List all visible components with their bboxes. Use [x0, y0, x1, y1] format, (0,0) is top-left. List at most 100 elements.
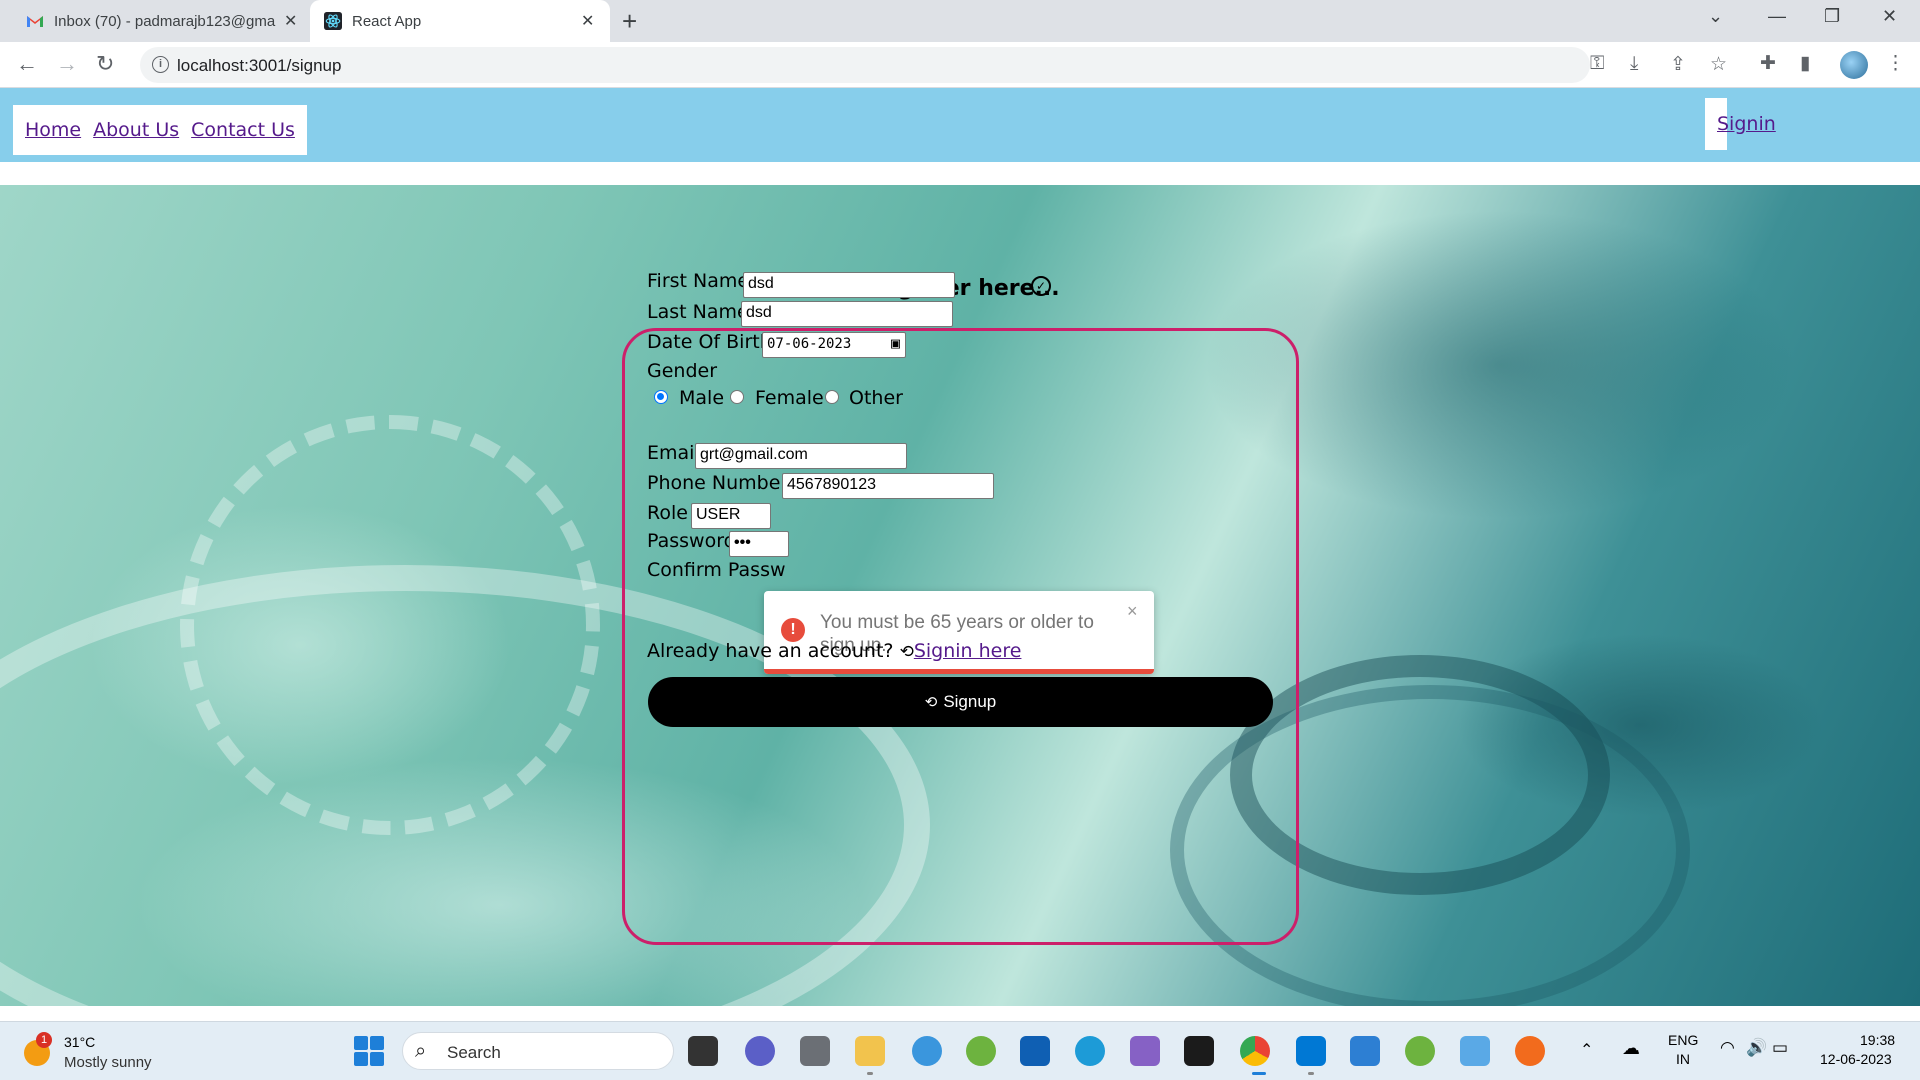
weather-app-icon[interactable]: [912, 1036, 942, 1066]
url-text: localhost:3001/signup: [177, 56, 342, 75]
edge-icon[interactable]: [1075, 1036, 1105, 1066]
site-info-icon[interactable]: i: [152, 56, 169, 73]
install-icon[interactable]: ⤓: [1630, 53, 1638, 75]
close-window-icon[interactable]: ✕: [1882, 6, 1897, 27]
visual-studio-icon[interactable]: [1130, 1036, 1160, 1066]
signin-here-link[interactable]: Signin here: [914, 640, 1022, 662]
region-label[interactable]: IN: [1676, 1051, 1690, 1067]
camera-icon[interactable]: [800, 1036, 830, 1066]
phone-input[interactable]: 4567890123: [782, 473, 994, 499]
search-icon: ⌕: [415, 1040, 427, 1062]
password-key-icon[interactable]: ⚿: [1590, 53, 1604, 75]
postman-icon[interactable]: [1515, 1036, 1545, 1066]
spring-boot-icon[interactable]: [1405, 1036, 1435, 1066]
side-panel-icon[interactable]: ▮: [1800, 52, 1810, 75]
clock-time[interactable]: 19:38: [1860, 1032, 1895, 1048]
search-label: Search: [447, 1043, 501, 1062]
nav-links: Home About Us Contact Us: [13, 105, 307, 155]
phone-label: Phone Number: [647, 472, 789, 494]
browser-tab-strip: Inbox (70) - padmarajb123@gma ✕ React Ap…: [0, 0, 1920, 42]
file-explorer-icon[interactable]: [855, 1036, 885, 1066]
terminal-icon[interactable]: [1184, 1036, 1214, 1066]
gender-male-label: Male: [679, 387, 725, 409]
clock-date[interactable]: 12-06-2023: [1820, 1051, 1892, 1067]
toast-close-icon[interactable]: ×: [1127, 601, 1138, 622]
nav-home-link[interactable]: Home: [25, 119, 81, 141]
battery-icon[interactable]: ▭: [1772, 1038, 1788, 1058]
vscode-icon[interactable]: [1296, 1036, 1326, 1066]
weather-temp: 31°C: [64, 1034, 96, 1050]
gender-label: Gender: [647, 360, 718, 382]
profile-avatar[interactable]: [1840, 51, 1868, 79]
windows-taskbar: 1 31°C Mostly sunny ⌕ Search ⌃ ☁ ENG IN …: [0, 1021, 1920, 1080]
show-hidden-icons-icon[interactable]: ⌃: [1580, 1040, 1593, 1060]
gender-female-label: Female: [755, 387, 824, 409]
gender-other-label: Other: [849, 387, 903, 409]
teams-chat-icon[interactable]: [745, 1036, 775, 1066]
tab-react-app[interactable]: React App ✕: [310, 0, 610, 42]
store-icon[interactable]: [1020, 1036, 1050, 1066]
notification-badge: 1: [36, 1032, 52, 1048]
address-bar[interactable]: i localhost:3001/signup ⚿ ⤓ ⇪ ☆: [140, 47, 1727, 83]
share-icon[interactable]: ⇪: [1670, 53, 1686, 76]
running-indicator: [1308, 1072, 1314, 1075]
role-label: Role: [647, 502, 688, 524]
toast-progress-bar: [764, 669, 1154, 674]
running-indicator: [867, 1072, 873, 1075]
dob-input[interactable]: 07-06-2023 ▣: [762, 332, 906, 358]
gender-female-radio[interactable]: [730, 390, 744, 404]
network-app-icon[interactable]: [1460, 1036, 1490, 1066]
tab-search-chevron-icon[interactable]: ⌄: [1708, 6, 1723, 27]
new-tab-icon[interactable]: +: [622, 6, 637, 37]
language-label[interactable]: ENG: [1668, 1032, 1698, 1048]
back-icon[interactable]: ←: [16, 51, 38, 77]
confirm-password-label: Confirm Passw: [647, 559, 786, 581]
windows-start-icon[interactable]: [354, 1036, 384, 1066]
nav-contact-link[interactable]: Contact Us: [191, 119, 295, 141]
onedrive-icon[interactable]: ☁: [1622, 1038, 1640, 1059]
bookmark-star-icon[interactable]: ☆: [1710, 53, 1727, 76]
volume-icon[interactable]: 🔊: [1746, 1038, 1767, 1058]
minimize-icon[interactable]: —: [1768, 6, 1786, 27]
calendar-icon[interactable]: ▣: [891, 334, 900, 352]
close-tab-icon[interactable]: ✕: [284, 11, 297, 31]
spring-tool-icon[interactable]: [966, 1036, 996, 1066]
nav-signin-link[interactable]: Signin: [1717, 113, 1776, 135]
error-icon: !: [781, 618, 805, 642]
dob-value: 07-06-2023: [767, 336, 852, 352]
forward-icon[interactable]: →: [56, 51, 78, 77]
chrome-icon[interactable]: [1240, 1036, 1270, 1066]
tab-title: Inbox (70) - padmarajb123@gma: [54, 12, 276, 30]
menu-kebab-icon[interactable]: ⋮: [1886, 52, 1905, 75]
tab-title: React App: [352, 12, 422, 30]
reload-icon[interactable]: ↻: [96, 51, 114, 77]
first-name-input[interactable]: dsd: [743, 272, 955, 298]
password-input[interactable]: •••: [729, 531, 789, 557]
dob-label: Date Of Birth: [647, 331, 772, 353]
last-name-input[interactable]: dsd: [741, 301, 953, 327]
weather-condition: Mostly sunny: [64, 1054, 152, 1071]
email-input[interactable]: grt@gmail.com: [695, 443, 907, 469]
gender-other-radio[interactable]: [825, 390, 839, 404]
wifi-icon[interactable]: ◠: [1720, 1038, 1735, 1058]
extensions-icon[interactable]: ✚: [1760, 52, 1776, 75]
nav-about-link[interactable]: About Us: [93, 119, 179, 141]
restore-icon[interactable]: ❐: [1824, 6, 1840, 27]
check-circle-icon: ✓: [1031, 276, 1051, 296]
tab-gmail[interactable]: Inbox (70) - padmarajb123@gma ✕: [14, 0, 304, 42]
email-label: Email: [647, 442, 700, 464]
first-name-label: First Name: [647, 270, 750, 292]
site-navbar: Home About Us Contact Us Signin: [0, 88, 1920, 162]
login-arrow-icon: ⟲: [924, 694, 938, 711]
signup-button-label: Signup: [943, 692, 997, 711]
signup-button[interactable]: ⟲ Signup: [648, 677, 1273, 727]
login-arrow-icon: ⟲: [899, 642, 914, 662]
browser-toolbar: ← → ↻ i localhost:3001/signup ⚿ ⤓ ⇪ ☆ ✚ …: [0, 42, 1920, 88]
notepad-icon[interactable]: [1350, 1036, 1380, 1066]
active-indicator: [1252, 1072, 1266, 1075]
gender-male-radio[interactable]: [654, 390, 668, 404]
role-select[interactable]: USER: [691, 503, 771, 529]
taskbar-search[interactable]: ⌕ Search: [402, 1032, 674, 1070]
close-tab-icon[interactable]: ✕: [581, 11, 594, 31]
task-view-icon[interactable]: [688, 1036, 718, 1066]
